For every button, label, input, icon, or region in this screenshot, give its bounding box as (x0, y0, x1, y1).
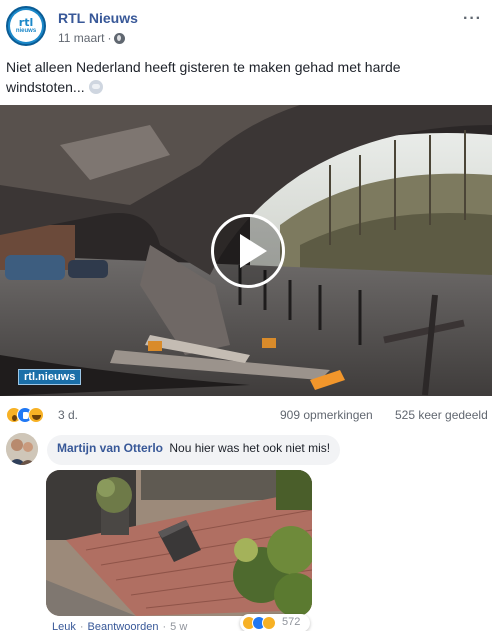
comment-bubble: Martijn van Otterlo Nou hier was het ook… (47, 435, 341, 465)
comment-reply-link[interactable]: Beantwoorden (88, 621, 159, 631)
comment-text: Nou hier was het ook niet mis! (169, 441, 331, 455)
garden-photo-illustration (46, 470, 312, 616)
reactions-bar: 3 d. 909 opmerkingen 525 keer gedeeld (6, 405, 490, 425)
sad-reaction-icon (262, 616, 276, 630)
page-name-link[interactable]: RTL Nieuws (58, 10, 138, 26)
globe-icon (114, 32, 126, 44)
comment-reaction-count: 572 (282, 616, 301, 628)
wind-face-emoji-icon (88, 80, 103, 94)
dot-separator: · (107, 31, 112, 45)
shares-count-link[interactable]: 525 keer gedeeld (395, 408, 488, 422)
more-options-icon[interactable]: ··· (463, 10, 482, 28)
post-date[interactable]: 11 maart (58, 31, 104, 45)
reaction-time[interactable]: 3 d. (58, 408, 78, 422)
post-text-content: Niet alleen Nederland heeft gisteren te … (6, 59, 401, 95)
rtl-logo: rtl nieuws (10, 10, 42, 42)
rtl-logo-line2: nieuws (15, 27, 37, 34)
post-header: rtl nieuws RTL Nieuws 11 maart · ··· (6, 6, 486, 46)
haha-reaction-icon[interactable] (28, 407, 44, 423)
post-text: Niet alleen Nederland heeft gisteren te … (6, 57, 476, 97)
action-separator: · (79, 621, 84, 631)
video-player[interactable] (0, 105, 492, 396)
comment-photo[interactable] (46, 470, 312, 616)
rtl-logo-line1: rtl (18, 15, 34, 29)
rtl-watermark: rtl.nieuws (18, 369, 82, 385)
action-separator: · (162, 621, 167, 631)
commenter-photo (6, 433, 38, 465)
page-avatar[interactable]: rtl nieuws (6, 6, 46, 46)
comment-author-link[interactable]: Martijn van Otterlo (57, 441, 163, 455)
play-button-icon[interactable] (211, 214, 285, 288)
comment-reactions[interactable]: 572 (240, 614, 310, 631)
post-meta: 11 maart · (58, 31, 126, 45)
comment-time[interactable]: 5 w (170, 621, 187, 631)
comment-actions: Leuk · Beantwoorden · 5 w (52, 621, 187, 631)
comments-count-link[interactable]: 909 opmerkingen (280, 408, 373, 422)
comment-like-link[interactable]: Leuk (52, 621, 76, 631)
commenter-avatar[interactable] (6, 433, 38, 465)
